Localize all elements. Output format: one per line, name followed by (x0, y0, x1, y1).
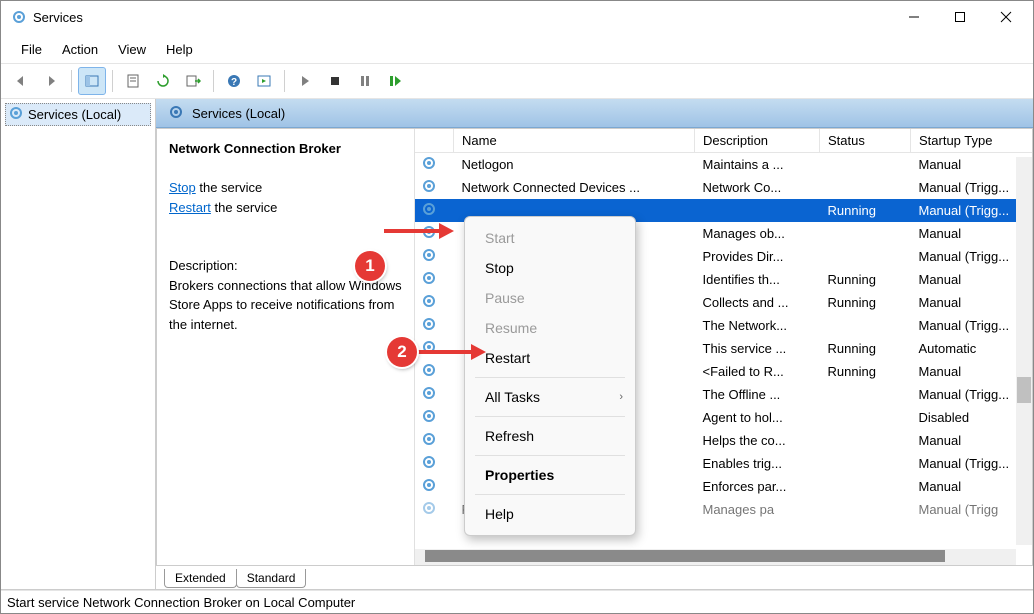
gear-icon (421, 159, 437, 174)
toolbar-separator (284, 70, 285, 92)
gear-icon (168, 104, 184, 123)
menu-file[interactable]: File (11, 40, 52, 59)
service-row[interactable]: NetlogonMaintains a ...ManualLocal Sy (415, 153, 1032, 177)
context-menu-help[interactable]: Help (465, 499, 635, 529)
minimize-button[interactable] (891, 1, 937, 33)
gear-icon (421, 458, 437, 473)
forward-button[interactable] (37, 67, 65, 95)
annotation-arrow (416, 337, 486, 367)
menu-separator (475, 455, 625, 456)
description-text: Brokers connections that allow Windows S… (169, 278, 402, 332)
description-label: Description: (169, 258, 238, 273)
detail-pane: Network Connection Broker Stop the servi… (157, 129, 415, 565)
context-menu-pause: Pause (465, 283, 635, 313)
stop-service-link[interactable]: Stop (169, 180, 196, 195)
column-header[interactable]: Name (454, 129, 695, 153)
toolbar-separator (213, 70, 214, 92)
horizontal-scrollbar[interactable] (415, 549, 1016, 565)
title-bar: Services (1, 1, 1033, 33)
action-pane-button[interactable] (250, 67, 278, 95)
gear-icon (421, 481, 437, 496)
context-menu-resume: Resume (465, 313, 635, 343)
gear-icon (421, 504, 437, 519)
gear-icon (421, 182, 437, 197)
menu-view[interactable]: View (108, 40, 156, 59)
refresh-button[interactable] (149, 67, 177, 95)
context-menu: StartStopPauseResumeRestart All Tasks› Ref… (464, 216, 636, 536)
context-menu-all-tasks[interactable]: All Tasks› (465, 382, 635, 412)
help-button[interactable]: ? (220, 67, 248, 95)
tab-standard[interactable]: Standard (236, 569, 307, 588)
pane-header: Services (Local) (156, 99, 1033, 128)
column-header[interactable]: Status (820, 129, 911, 153)
status-text: Start service Network Connection Broker … (7, 595, 355, 610)
console-tree[interactable]: Services (Local) (1, 99, 156, 589)
annotation-step-2: 2 (387, 337, 417, 367)
gear-icon (421, 389, 437, 404)
export-list-button[interactable] (179, 67, 207, 95)
show-hide-console-tree-button[interactable] (78, 67, 106, 95)
vertical-scrollbar[interactable] (1016, 157, 1032, 545)
menu-bar: File Action View Help (1, 33, 1033, 63)
menu-action[interactable]: Action (52, 40, 108, 59)
context-menu-refresh[interactable]: Refresh (465, 421, 635, 451)
service-row[interactable]: Network Connected Devices ...Network Co.… (415, 176, 1032, 199)
pane-header-label: Services (Local) (192, 106, 285, 121)
gear-icon (421, 320, 437, 335)
restart-service-button[interactable] (381, 67, 409, 95)
gear-icon (421, 412, 437, 427)
menu-help[interactable]: Help (156, 40, 203, 59)
column-header[interactable]: Description (695, 129, 820, 153)
close-button[interactable] (983, 1, 1029, 33)
tree-item-label: Services (Local) (28, 107, 121, 122)
restart-service-link[interactable]: Restart (169, 200, 211, 215)
pause-service-button[interactable] (351, 67, 379, 95)
maximize-button[interactable] (937, 1, 983, 33)
gear-icon (421, 297, 437, 312)
context-menu-properties[interactable]: Properties (465, 460, 635, 490)
gear-icon (421, 251, 437, 266)
annotation-arrow (384, 216, 454, 246)
menu-separator (475, 416, 625, 417)
stop-service-button[interactable] (321, 67, 349, 95)
back-button[interactable] (7, 67, 35, 95)
gear-icon (421, 366, 437, 381)
scrollbar-thumb[interactable] (425, 550, 945, 562)
context-menu-restart[interactable]: Restart (465, 343, 635, 373)
selected-service-name: Network Connection Broker (169, 141, 341, 156)
tab-extended[interactable]: Extended (164, 569, 237, 588)
toolbar-separator (112, 70, 113, 92)
toolbar-separator (71, 70, 72, 92)
context-menu-stop[interactable]: Stop (465, 253, 635, 283)
status-bar: Start service Network Connection Broker … (1, 590, 1033, 613)
gear-icon (8, 105, 24, 124)
svg-text:?: ? (231, 77, 237, 88)
scrollbar-thumb[interactable] (1017, 377, 1031, 403)
pane-tabs: Extended Standard (156, 565, 1033, 588)
annotation-step-1: 1 (355, 251, 385, 281)
chevron-right-icon: › (619, 391, 623, 403)
menu-separator (475, 377, 625, 378)
app-icon (11, 9, 27, 25)
column-header[interactable]: Startup Type (911, 129, 1033, 153)
gear-icon (421, 274, 437, 289)
window-title: Services (33, 10, 83, 25)
start-service-button[interactable] (291, 67, 319, 95)
toolbar: ? (1, 63, 1033, 99)
tree-item-services-local[interactable]: Services (Local) (5, 103, 151, 126)
gear-icon (421, 435, 437, 450)
properties-button[interactable] (119, 67, 147, 95)
menu-separator (475, 494, 625, 495)
context-menu-start: Start (465, 223, 635, 253)
